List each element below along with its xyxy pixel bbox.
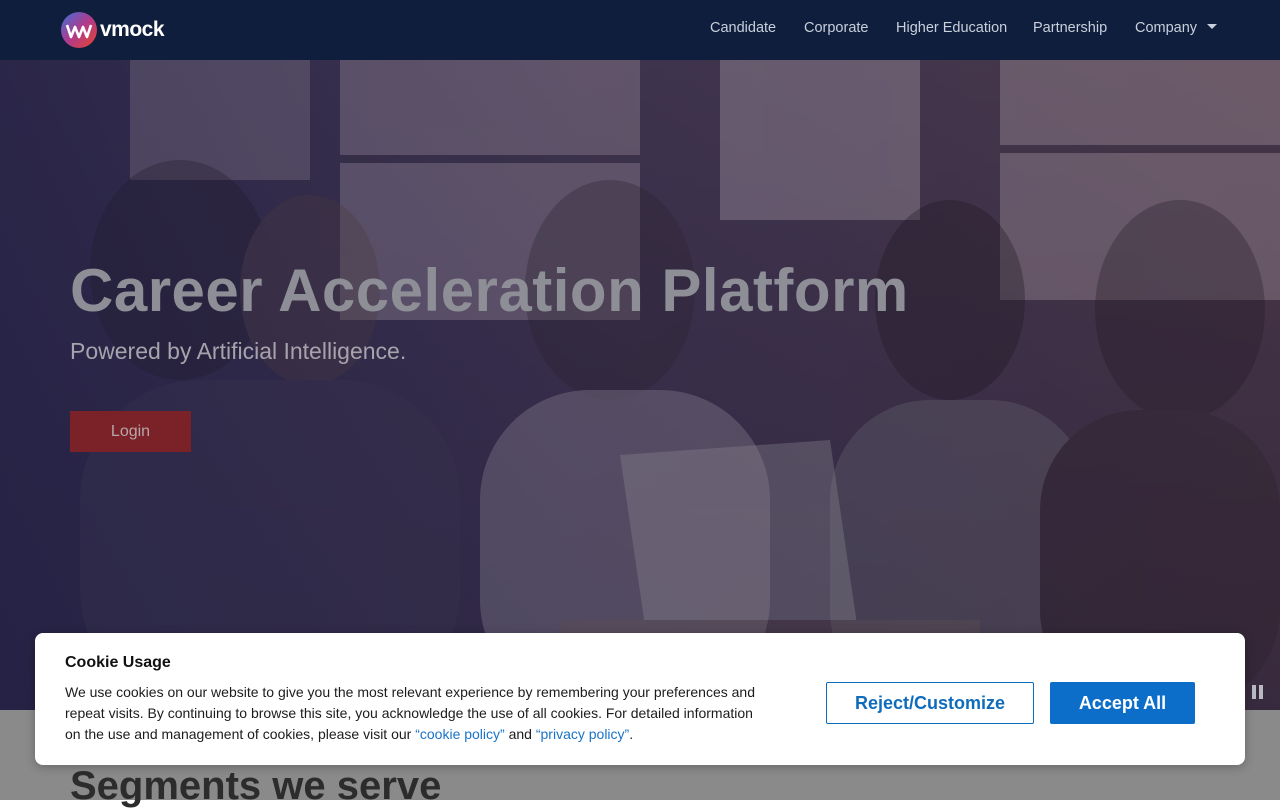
hero-subtitle: Powered by Artificial Intelligence. — [70, 338, 407, 364]
hero-section: Career Acceleration Platform Powered by … — [0, 60, 1280, 710]
reject-customize-button[interactable]: Reject/Customize — [826, 682, 1034, 724]
login-button[interactable]: Login — [70, 411, 191, 452]
privacy-policy-link[interactable]: “privacy policy” — [536, 726, 629, 742]
nav-higher-education[interactable]: Higher Education — [896, 20, 1007, 36]
vmock-logo-icon — [61, 12, 97, 48]
pause-icon[interactable] — [1252, 685, 1264, 699]
brand-logo[interactable]: vmock — [60, 10, 165, 50]
nav-candidate[interactable]: Candidate — [710, 20, 776, 36]
cookie-text-body: We use cookies on our website to give yo… — [65, 684, 755, 742]
cookie-title: Cookie Usage — [65, 654, 171, 671]
hero-title: Career Acceleration Platform — [70, 257, 909, 324]
nav-company-dropdown[interactable]: Company — [1135, 20, 1218, 36]
cookie-banner: Cookie Usage We use cookies on our websi… — [35, 633, 1245, 765]
nav-corporate[interactable]: Corporate — [804, 20, 868, 36]
cookie-description: We use cookies on our website to give yo… — [65, 682, 755, 745]
chevron-down-icon — [1207, 23, 1218, 29]
nav-partnership[interactable]: Partnership — [1033, 20, 1107, 36]
top-navbar: vmock Candidate Corporate Higher Educati… — [0, 0, 1280, 60]
accept-all-button[interactable]: Accept All — [1050, 682, 1195, 724]
nav-company-label: Company — [1135, 20, 1198, 36]
cookie-text-end: . — [629, 726, 634, 742]
segments-title: Segments we serve — [70, 764, 442, 808]
hero-background-photo — [80, 60, 1280, 710]
logo-text: vmock — [100, 18, 165, 41]
cookie-policy-link[interactable]: “cookie policy” — [415, 726, 504, 742]
cookie-text-and: and — [504, 726, 536, 742]
